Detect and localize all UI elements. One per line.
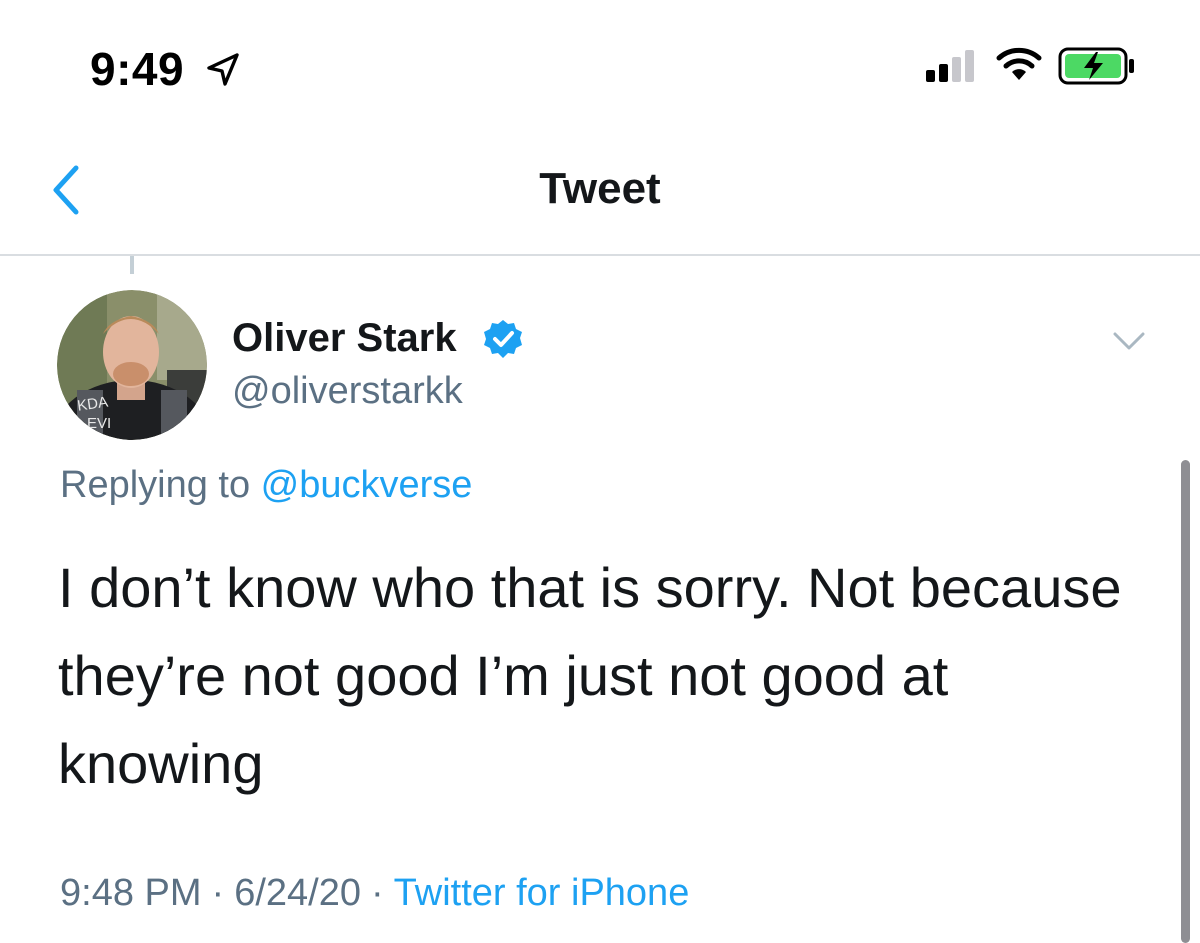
thread-connector-line	[130, 256, 134, 274]
tweet-date: 6/24/20	[234, 872, 361, 914]
scrollbar[interactable]	[1181, 460, 1190, 943]
verified-badge-icon	[482, 318, 524, 365]
replying-prefix: Replying to	[60, 464, 261, 506]
avatar-image: KDA EVI	[57, 290, 207, 440]
location-arrow-icon	[203, 50, 243, 95]
display-name[interactable]: Oliver Stark	[232, 316, 457, 361]
cellular-signal-icon	[926, 50, 982, 87]
chevron-down-icon	[1113, 332, 1145, 350]
tweet-time: 9:48 PM	[60, 872, 202, 914]
tweet-metadata: 9:48 PM · 6/24/20 · Twitter for iPhone	[60, 872, 689, 915]
user-handle[interactable]: @oliverstarkk	[232, 370, 463, 413]
more-options-button[interactable]	[1112, 330, 1146, 357]
separator: ·	[370, 872, 384, 914]
battery-charging-icon	[1058, 46, 1136, 91]
wifi-icon	[996, 46, 1042, 87]
replying-to: Replying to @buckverse	[60, 464, 472, 507]
separator: ·	[211, 872, 225, 914]
status-bar: 9:49	[0, 0, 1200, 120]
avatar[interactable]: KDA EVI	[57, 290, 207, 440]
status-time: 9:49	[90, 43, 185, 95]
tweet-source-link[interactable]: Twitter for iPhone	[394, 872, 690, 914]
navigation-bar: Tweet	[0, 120, 1200, 256]
svg-text:EVI: EVI	[87, 415, 111, 432]
page-title: Tweet	[539, 164, 661, 213]
replying-mention-link[interactable]: @buckverse	[261, 464, 473, 506]
tweet-text: I don’t know who that is sorry. Not beca…	[58, 556, 1122, 795]
